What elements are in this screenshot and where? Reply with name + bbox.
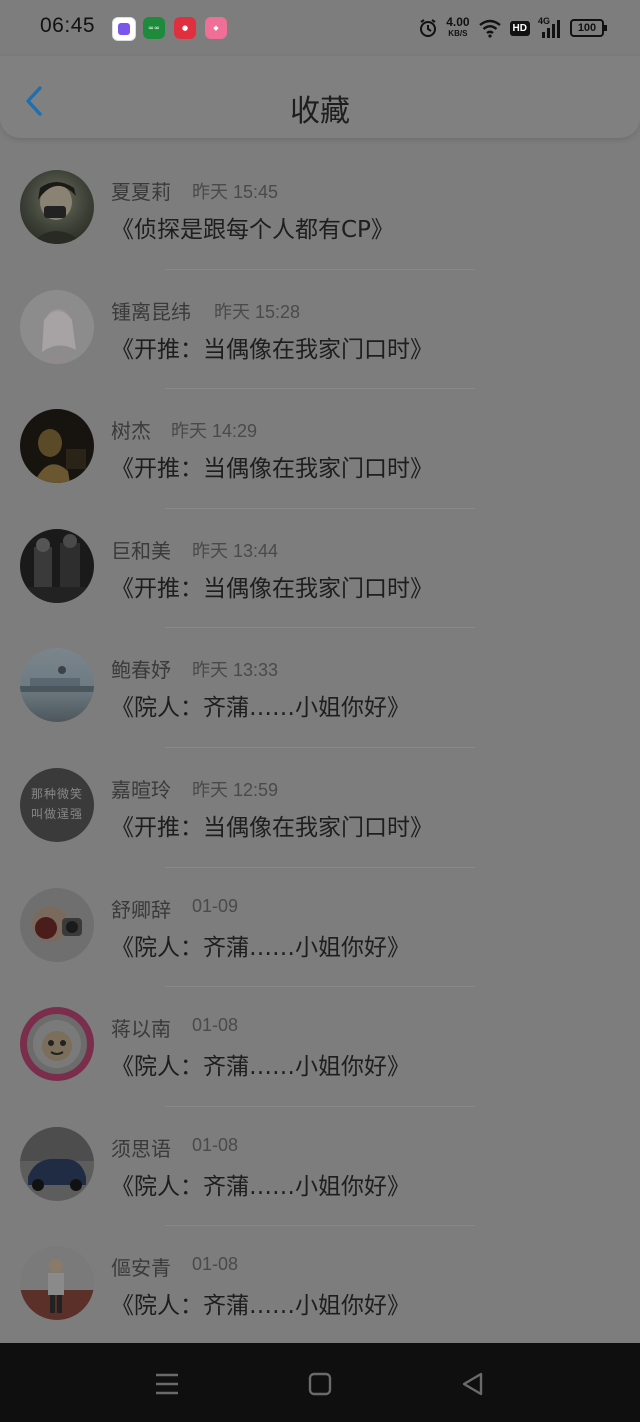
status-bar: 06:45 ∞∞ ● ◆ 4.00 KB/S HD 4G 100 (0, 0, 640, 56)
wifi-icon (478, 19, 501, 38)
notification-app-icon-1 (112, 17, 136, 41)
menu-icon[interactable] (150, 1367, 184, 1401)
author-name: 鲍春妤 (111, 658, 171, 683)
author-name: 锺离昆纬 (111, 299, 191, 324)
book-title: 《院人：齐蒲……小姐你好》 (111, 934, 410, 961)
avatar (20, 528, 94, 603)
book-title: 《开推：当偶像在我家门口时》 (111, 814, 433, 841)
timestamp: 昨天 15:45 (192, 182, 279, 202)
author-name: 树杰 (111, 419, 151, 444)
title-bar: 收藏 (0, 56, 640, 138)
author-name: 嘉暄玲 (111, 777, 171, 802)
timestamp: 01-08 (192, 1015, 239, 1036)
notification-app-icon-2: ∞∞ (143, 17, 165, 39)
timestamp: 昨天 12:59 (192, 779, 279, 800)
cellular-signal: 4G (538, 16, 562, 38)
timestamp: 昨天 13:33 (192, 660, 279, 681)
timestamp: 昨天 15:28 (214, 301, 301, 322)
book-title: 《开推：当偶像在我家门口时》 (111, 456, 433, 483)
avatar (20, 648, 94, 723)
list-item[interactable]: 那种微笑 叫做逞强 嘉暄玲 昨天 12:59 《开推：当偶像在我家门口时》 (0, 748, 640, 868)
notification-app-icon-4: ◆ (205, 17, 227, 39)
author-name: 须思语 (111, 1136, 171, 1161)
author-name: 夏夏莉 (111, 180, 171, 204)
avatar (20, 170, 94, 244)
timestamp: 昨天 13:44 (192, 540, 279, 561)
hd-badge: HD (509, 20, 530, 36)
timestamp: 01-08 (192, 1134, 239, 1155)
author-name: 蒋以南 (111, 1017, 171, 1042)
timestamp: 01-08 (192, 1254, 239, 1275)
avatar (20, 409, 94, 484)
page-title: 收藏 (290, 94, 350, 129)
list-item[interactable]: 傴安青 01-08 《院人：齐蒲……小姐你好》 (0, 1226, 640, 1346)
avatar (20, 1126, 94, 1201)
favorites-list: 夏夏莉 昨天 15:45 《侦探是跟每个人都有CP》 锺离昆纬 昨天 15:28… (0, 150, 640, 1346)
author-name: 舒卿辞 (111, 897, 171, 922)
book-title: 《院人：齐蒲……小姐你好》 (111, 1054, 410, 1081)
book-title: 《院人：齐蒲……小姐你好》 (111, 1293, 410, 1320)
back-triangle-icon[interactable] (456, 1367, 490, 1401)
book-title: 《开推：当偶像在我家门口时》 (111, 336, 433, 363)
signal-icon (542, 20, 560, 38)
navigation-bar (0, 1343, 640, 1422)
avatar-caption: 那种微笑 叫做逞强 (30, 786, 83, 821)
status-icons: 4.00 KB/S HD 4G 100 (418, 15, 607, 40)
book-title: 《院人：齐蒲……小姐你好》 (111, 1173, 410, 1200)
network-speed: 4.00 KB/S (446, 15, 470, 38)
timestamp: 昨天 14:29 (171, 421, 258, 442)
author-name: 傴安青 (111, 1256, 171, 1281)
timestamp: 01-09 (192, 895, 239, 916)
list-item[interactable]: 巨和美 昨天 13:44 《开推：当偶像在我家门口时》 (0, 509, 640, 629)
author-name: 巨和美 (111, 538, 171, 563)
avatar (20, 1246, 94, 1321)
book-title: 《院人：齐蒲……小姐你好》 (111, 695, 410, 722)
book-title: 《侦探是跟每个人都有CP》 (111, 217, 394, 243)
list-item[interactable]: 夏夏莉 昨天 15:45 《侦探是跟每个人都有CP》 (0, 150, 640, 270)
avatar (20, 289, 94, 364)
home-icon[interactable] (303, 1367, 337, 1401)
book-title: 《开推：当偶像在我家门口时》 (111, 575, 433, 602)
list-item[interactable]: 舒卿辞 01-09 《院人：齐蒲……小姐你好》 (0, 868, 640, 988)
list-item[interactable]: 树杰 昨天 14:29 《开推：当偶像在我家门口时》 (0, 389, 640, 509)
list-item[interactable]: 蒋以南 01-08 《院人：齐蒲……小姐你好》 (0, 987, 640, 1107)
clock: 06:45 (40, 14, 96, 37)
battery-indicator: 100 (570, 19, 607, 37)
alarm-icon (420, 19, 437, 37)
list-item[interactable]: 须思语 01-08 《院人：齐蒲……小姐你好》 (0, 1107, 640, 1227)
list-item[interactable]: 鲍春妤 昨天 13:33 《院人：齐蒲……小姐你好》 (0, 628, 640, 748)
avatar (20, 887, 94, 962)
avatar: 那种微笑 叫做逞强 (20, 767, 94, 842)
notification-app-icon-3: ● (174, 17, 196, 39)
avatar (20, 1007, 94, 1082)
list-item[interactable]: 锺离昆纬 昨天 15:28 《开推：当偶像在我家门口时》 (0, 270, 640, 390)
